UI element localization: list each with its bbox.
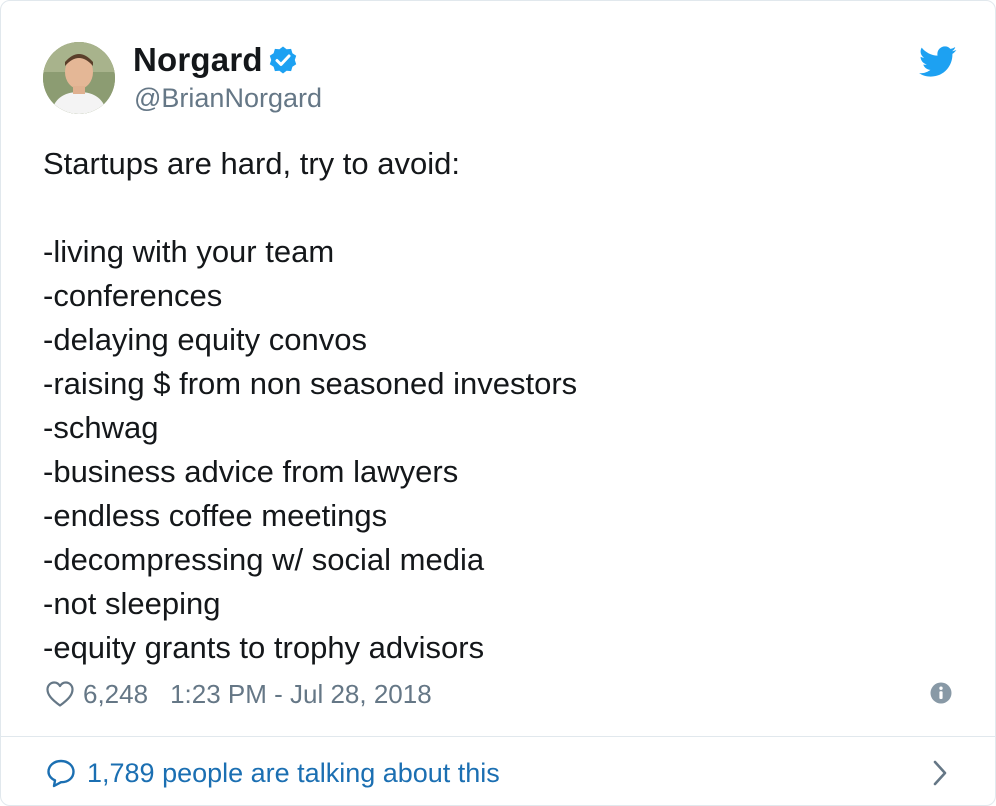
author-handle[interactable]: @BrianNorgard xyxy=(134,83,322,114)
tweet-line xyxy=(43,186,943,230)
tweet-line: -decompressing w/ social media xyxy=(43,542,485,577)
tweet-line: -schwag xyxy=(43,410,159,445)
verified-badge-icon xyxy=(269,46,297,74)
tweet-card: Norgard @BrianNorgard Startups are hard,… xyxy=(0,0,996,806)
tweet-meta: 6,248 1:23 PM - Jul 28, 2018 xyxy=(45,676,432,712)
tweet-line: -delaying equity convos xyxy=(43,322,367,357)
conversation-count-label[interactable]: 1,789 people are talking about this xyxy=(87,758,500,789)
tweet-line: -business advice from lawyers xyxy=(43,454,459,489)
info-icon[interactable] xyxy=(930,682,952,704)
heart-icon[interactable] xyxy=(45,680,75,708)
twitter-bird-icon[interactable] xyxy=(919,46,957,78)
chevron-right-icon[interactable] xyxy=(931,758,949,788)
tweet-line: -endless coffee meetings xyxy=(43,498,388,533)
tweet-line: -equity grants to trophy advisors xyxy=(43,630,485,665)
like-count[interactable]: 6,248 xyxy=(83,679,148,710)
avatar[interactable] xyxy=(43,42,115,114)
conversation-link[interactable]: 1,789 people are talking about this xyxy=(45,754,500,792)
speech-bubble-icon xyxy=(47,759,75,788)
tweet-text: Startups are hard, try to avoid: -living… xyxy=(43,142,943,670)
tweet-line: -not sleeping xyxy=(43,586,221,621)
tweet-line: -living with your team xyxy=(43,234,335,269)
tweet-line: Startups are hard, try to avoid: xyxy=(43,146,460,181)
tweet-line: -raising $ from non seasoned investors xyxy=(43,366,578,401)
author-name[interactable]: Norgard xyxy=(133,41,263,79)
divider xyxy=(1,736,995,737)
tweet-timestamp[interactable]: 1:23 PM - Jul 28, 2018 xyxy=(170,679,432,710)
tweet-line: -conferences xyxy=(43,278,223,313)
